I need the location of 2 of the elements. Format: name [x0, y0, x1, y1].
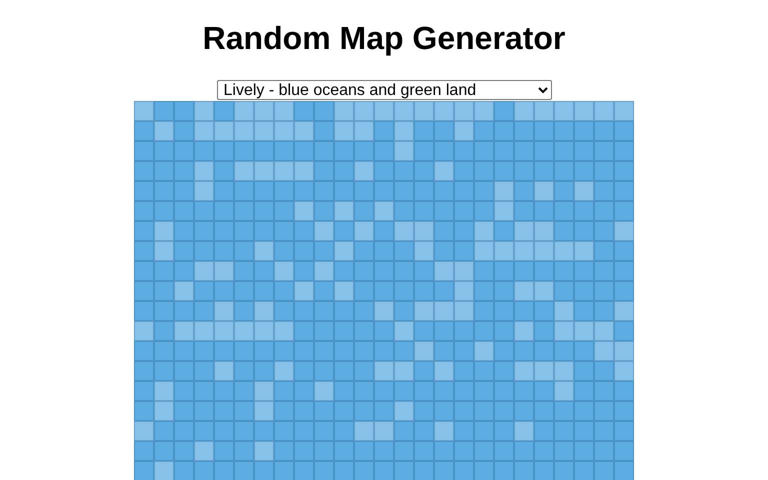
page-title: Random Map Generator	[202, 20, 566, 57]
style-select[interactable]: Lively - blue oceans and green land	[216, 80, 552, 100]
